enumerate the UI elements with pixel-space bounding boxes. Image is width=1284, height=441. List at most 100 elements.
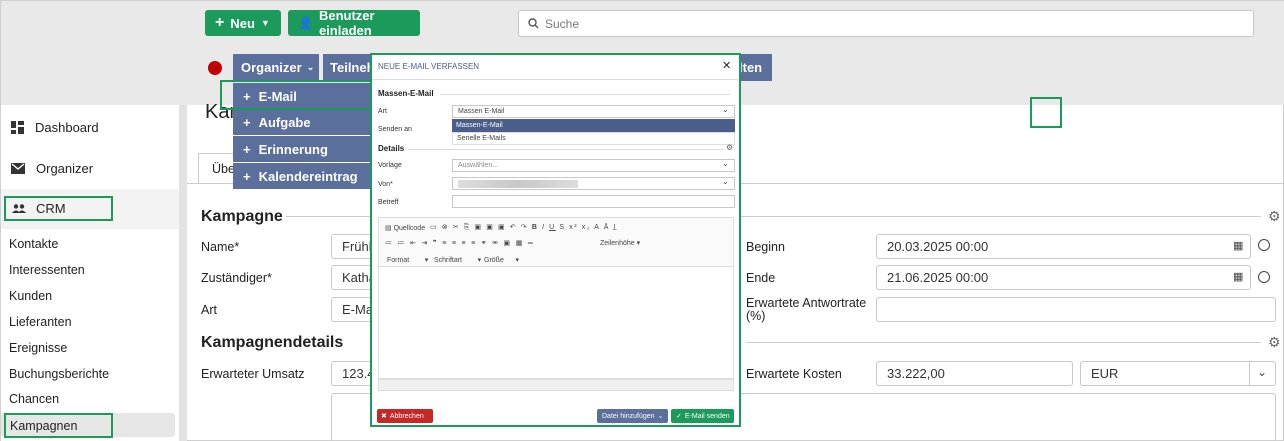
currency-divider bbox=[1249, 361, 1250, 386]
sidebar-scrollbar[interactable] bbox=[179, 105, 187, 441]
type-label: Art bbox=[201, 303, 217, 317]
art-label: Art bbox=[378, 108, 387, 115]
sidebar-item-kunden[interactable]: Kunden bbox=[9, 289, 52, 303]
new-button[interactable]: + Neu ▼ bbox=[205, 10, 281, 36]
chevron-down-icon: ▼ bbox=[260, 18, 270, 28]
sidebar-item-interessenten[interactable]: Interessenten bbox=[9, 263, 85, 277]
modal-title: NEUE E-MAIL VERFASSEN bbox=[378, 62, 480, 71]
format-select[interactable]: Format ▾ bbox=[387, 256, 428, 264]
search-input[interactable]: Suche bbox=[518, 10, 1254, 37]
line-height-select[interactable]: Zeilenhöhe ▾ bbox=[600, 239, 640, 247]
toolbar-icons-row1[interactable]: ▭ ⊗ ✂ ⎘ ▣ ▣ ▣ ↶ ↷ B I U S x² x₂ A Ā I̲ bbox=[430, 223, 617, 232]
dropdown-item-task[interactable]: + Aufgabe bbox=[233, 109, 373, 135]
sidebar-item-crm[interactable]: CRM bbox=[4, 196, 113, 221]
subject-label: Betreff bbox=[378, 199, 399, 206]
from-label: Von* bbox=[378, 181, 393, 188]
details-heading: Details bbox=[378, 144, 405, 153]
revenue-label: Erwarteter Umsatz bbox=[201, 367, 305, 381]
subject-input[interactable] bbox=[452, 195, 735, 208]
add-user-icon: 👤 bbox=[298, 16, 313, 30]
template-select[interactable]: Auswählen... bbox=[452, 159, 735, 172]
start-label: Beginn bbox=[746, 240, 785, 254]
search-icon bbox=[528, 18, 539, 29]
right-nav-button[interactable]: lten bbox=[738, 54, 772, 81]
template-label: Vorlage bbox=[378, 162, 402, 169]
calendar-icon[interactable]: ▦ bbox=[1233, 270, 1243, 283]
tab-overview[interactable]: Übe bbox=[198, 153, 238, 183]
settings-gear-icon[interactable]: ⚙ bbox=[1268, 334, 1281, 351]
dropdown-item-reminder[interactable]: + Erinnerung bbox=[233, 136, 373, 162]
clock-icon[interactable] bbox=[1258, 239, 1270, 251]
gear-icon[interactable]: ⚙ bbox=[726, 143, 733, 152]
email-highlight-box bbox=[220, 80, 375, 110]
sidebar-item-kontakte[interactable]: Kontakte bbox=[9, 237, 58, 251]
redacted-sender bbox=[458, 179, 578, 188]
plus-icon: + bbox=[215, 14, 225, 31]
sidebar-top bbox=[1, 1, 187, 105]
cost-label: Erwartete Kosten bbox=[746, 367, 842, 381]
response-rate-field[interactable] bbox=[876, 297, 1276, 322]
section-divider bbox=[408, 149, 724, 150]
art-select[interactable]: Massen E-Mail bbox=[452, 105, 735, 118]
section-divider bbox=[746, 342, 1261, 343]
attach-file-button[interactable]: Datei hinzufügen ⌄ bbox=[597, 409, 668, 423]
sidebar-item-kampagnen[interactable]: Kampagnen bbox=[4, 413, 113, 438]
send-email-button[interactable]: ✓ E-Mail senden bbox=[671, 409, 734, 423]
cancel-icon: ✖ bbox=[381, 413, 387, 420]
record-indicator bbox=[208, 61, 222, 75]
email-modal: NEUE E-MAIL VERFASSEN ✕ Massen-E-Mail Ar… bbox=[370, 53, 741, 427]
chevron-down-icon[interactable]: ⌄ bbox=[722, 177, 729, 186]
plus-icon: + bbox=[243, 141, 251, 157]
section-divider bbox=[440, 94, 730, 95]
mass-email-heading: Massen-E-Mail bbox=[378, 89, 434, 98]
dropdown-item-calendar-entry[interactable]: + Kalendereintrag bbox=[233, 163, 373, 189]
sidebar-item-organizer[interactable]: Organizer bbox=[11, 161, 93, 176]
currency-select[interactable]: EUR bbox=[1080, 361, 1276, 386]
owner-label: Zuständiger* bbox=[201, 271, 272, 285]
response-rate-label: Erwartete Antwortrate (%) bbox=[746, 296, 867, 323]
size-select[interactable]: Größe ▾ bbox=[484, 256, 519, 264]
organizer-menu-button[interactable]: Organizer ⌄ bbox=[233, 54, 319, 81]
clock-icon[interactable] bbox=[1258, 271, 1270, 283]
participants-button[interactable]: Teilneh bbox=[323, 54, 373, 81]
editor-body[interactable] bbox=[378, 267, 734, 379]
toolbar-icons-row2[interactable]: ≔ ≔ ⇤ ⇥ ❞ ≡ ≡ ≡ ≡ ⚭ ⚮ ▣ ▦ ═ bbox=[385, 239, 535, 247]
sidebar-item-buchungsberichte[interactable]: Buchungsberichte bbox=[9, 367, 109, 381]
cancel-button[interactable]: ✖ Abbrechen bbox=[377, 409, 433, 423]
details-section-title: Kampagnendetails bbox=[201, 334, 344, 351]
source-code-button[interactable]: ▤ Quellcode bbox=[385, 224, 425, 232]
plus-icon: + bbox=[243, 168, 251, 184]
from-select[interactable] bbox=[452, 177, 735, 190]
sidebar-item-lieferanten[interactable]: Lieferanten bbox=[9, 315, 72, 329]
end-date-field[interactable]: 21.06.2025 00:00 bbox=[876, 265, 1251, 290]
settings-gear-icon[interactable]: ⚙ bbox=[1268, 208, 1281, 225]
dashboard-icon bbox=[11, 121, 24, 134]
chevron-down-icon[interactable]: ⌄ bbox=[722, 105, 729, 114]
close-icon[interactable]: ✕ bbox=[722, 59, 731, 72]
chevron-down-icon: ⌄ bbox=[306, 62, 315, 72]
start-date-field[interactable]: 20.03.2025 00:00 bbox=[876, 234, 1251, 259]
chevron-down-icon: ⌄ bbox=[657, 413, 664, 420]
sidebar-item-dashboard[interactable]: Dashboard bbox=[11, 120, 99, 135]
invite-user-button[interactable]: 👤 Benutzer einladen bbox=[288, 8, 420, 38]
name-label: Name* bbox=[201, 240, 240, 254]
cost-field[interactable]: 33.222,00 bbox=[876, 361, 1073, 386]
end-label: Ende bbox=[746, 271, 776, 285]
art-option-mass[interactable]: Massen-E-Mail bbox=[452, 119, 735, 132]
font-select[interactable]: Schriftart ▾ bbox=[434, 256, 481, 264]
mail-icon bbox=[11, 163, 25, 174]
chevron-down-icon[interactable]: ⌄ bbox=[1257, 365, 1267, 379]
modal-title-divider bbox=[372, 79, 738, 80]
focus-highlight-box bbox=[1030, 97, 1062, 128]
campaign-section-title: Kampagne bbox=[201, 208, 283, 225]
sidebar-item-ereignisse[interactable]: Ereignisse bbox=[9, 341, 67, 355]
chevron-down-icon[interactable]: ⌄ bbox=[722, 159, 729, 168]
people-icon bbox=[12, 204, 26, 213]
sidebar-item-chancen[interactable]: Chancen bbox=[9, 392, 59, 406]
check-icon: ✓ bbox=[676, 413, 682, 420]
editor-statusbar bbox=[378, 379, 734, 391]
art-option-serial[interactable]: Serielle E-Mails bbox=[452, 132, 735, 145]
send-to-label: Senden an bbox=[378, 126, 412, 133]
plus-icon: + bbox=[243, 114, 251, 130]
calendar-icon[interactable]: ▦ bbox=[1233, 239, 1243, 252]
